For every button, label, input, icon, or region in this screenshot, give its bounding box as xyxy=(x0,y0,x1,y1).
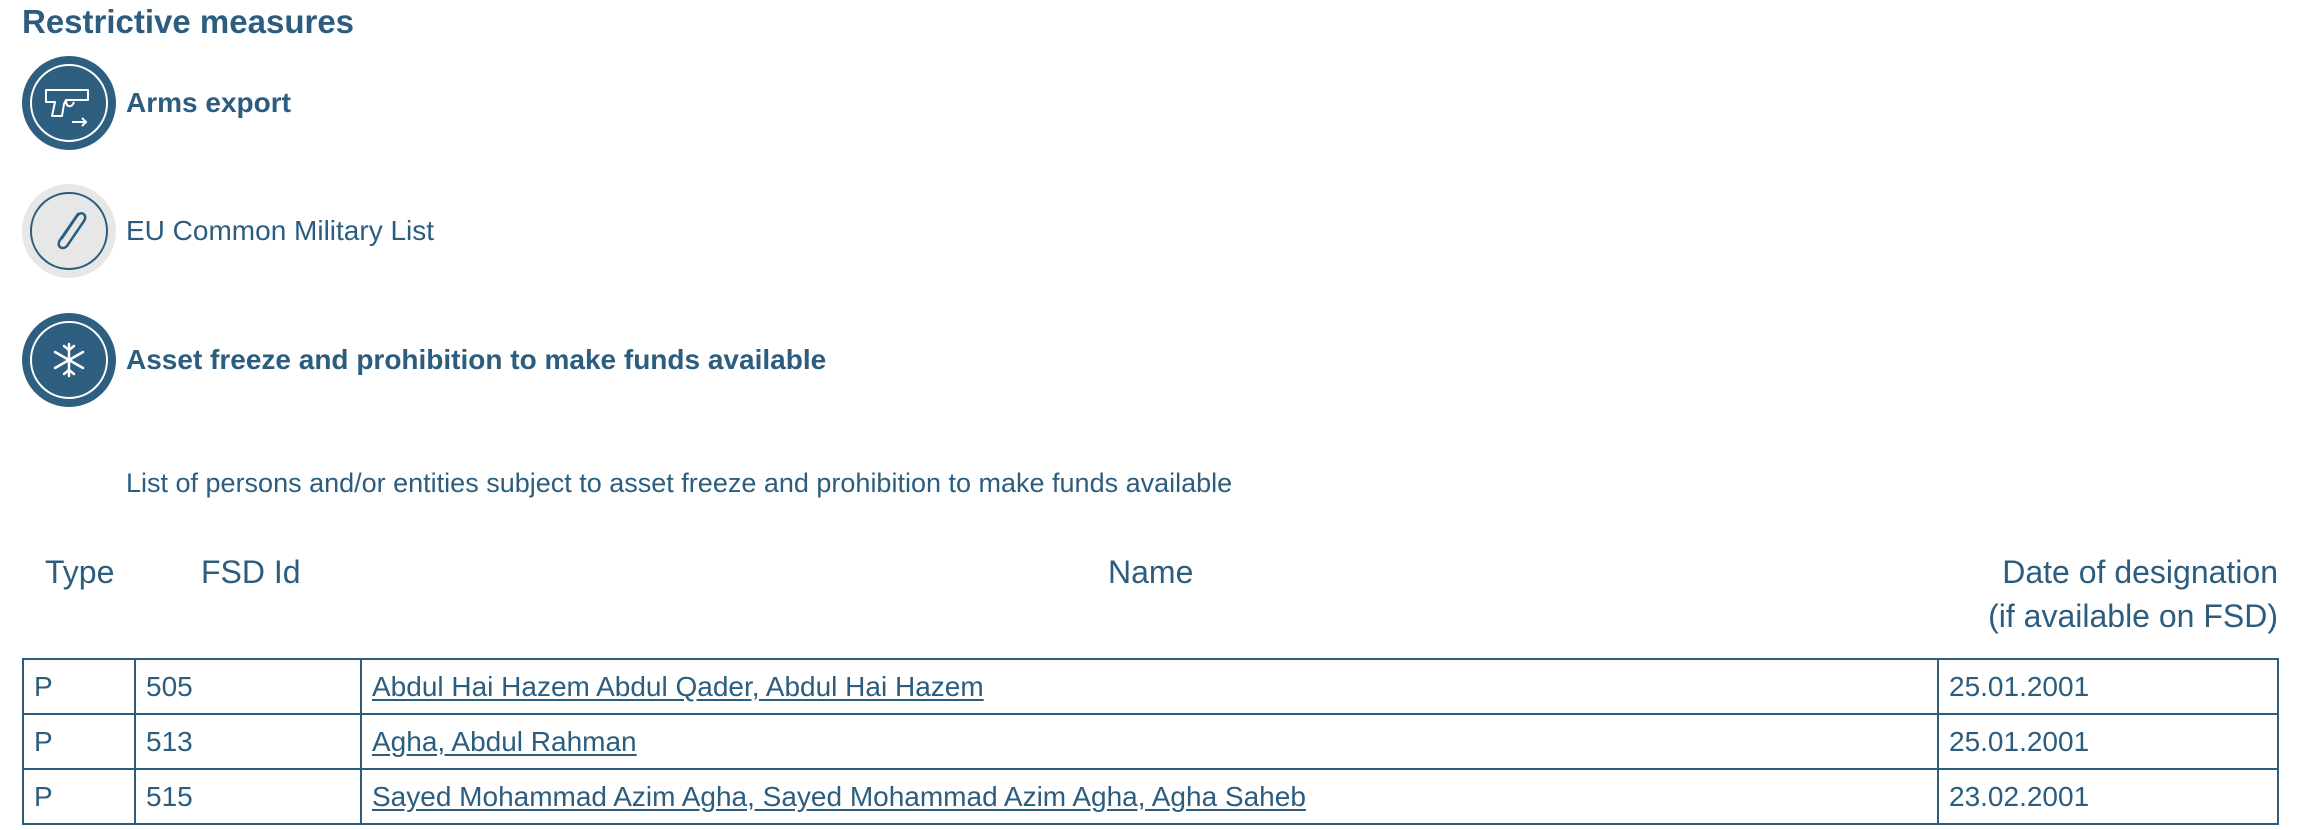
persons-table: P 505 Abdul Hai Hazem Abdul Qader, Abdul… xyxy=(22,658,2279,825)
snowflake-icon xyxy=(22,313,116,407)
header-name: Name xyxy=(1108,554,1194,590)
measure-label: Asset freeze and prohibition to make fun… xyxy=(126,344,827,375)
pistol-arrow-icon xyxy=(22,56,116,150)
table-row: P 505 Abdul Hai Hazem Abdul Qader, Abdul… xyxy=(22,658,2279,715)
section-title: Restrictive measures xyxy=(22,3,355,40)
table-row: P 515 Sayed Mohammad Azim Agha, Sayed Mo… xyxy=(22,768,2279,825)
measure-eu-common-military-list[interactable]: EU Common Military List xyxy=(22,184,434,278)
list-description: List of persons and/or entities subject … xyxy=(126,468,1233,498)
cell-name: Sayed Mohammad Azim Agha, Sayed Mohammad… xyxy=(360,768,1939,825)
cell-fsd-id: 505 xyxy=(134,658,362,715)
measure-label: Arms export xyxy=(126,87,291,118)
measure-label: EU Common Military List xyxy=(126,215,435,246)
person-name-link[interactable]: Abdul Hai Hazem Abdul Qader, Abdul Hai H… xyxy=(372,671,984,702)
measure-asset-freeze: Asset freeze and prohibition to make fun… xyxy=(22,313,826,407)
header-type: Type xyxy=(45,554,115,590)
measure-arms-export: Arms export xyxy=(22,56,291,150)
cell-type: P xyxy=(22,768,136,825)
header-date-line2: (if available on FSD) xyxy=(1988,598,2278,634)
cell-name: Agha, Abdul Rahman xyxy=(360,713,1939,770)
cell-type: P xyxy=(22,713,136,770)
cell-date: 25.01.2001 xyxy=(1937,658,2279,715)
header-date-of-designation: Date of designation (if available on FSD… xyxy=(1958,550,2278,638)
cell-fsd-id: 513 xyxy=(134,713,362,770)
person-name-link[interactable]: Agha, Abdul Rahman xyxy=(372,726,637,757)
person-name-link[interactable]: Sayed Mohammad Azim Agha, Sayed Mohammad… xyxy=(372,781,1306,812)
cell-fsd-id: 515 xyxy=(134,768,362,825)
cell-date: 23.02.2001 xyxy=(1937,768,2279,825)
restrictive-measures-page: Restrictive measures Arms export EU Comm… xyxy=(0,0,2298,830)
paperclip-icon xyxy=(22,184,116,278)
cell-name: Abdul Hai Hazem Abdul Qader, Abdul Hai H… xyxy=(360,658,1939,715)
table-row: P 513 Agha, Abdul Rahman 25.01.2001 xyxy=(22,713,2279,770)
header-date-line1: Date of designation xyxy=(2002,554,2278,590)
header-fsd-id: FSD Id xyxy=(201,554,301,590)
cell-date: 25.01.2001 xyxy=(1937,713,2279,770)
table-header: Type FSD Id Name Date of designation (if… xyxy=(22,550,2278,650)
cell-type: P xyxy=(22,658,136,715)
